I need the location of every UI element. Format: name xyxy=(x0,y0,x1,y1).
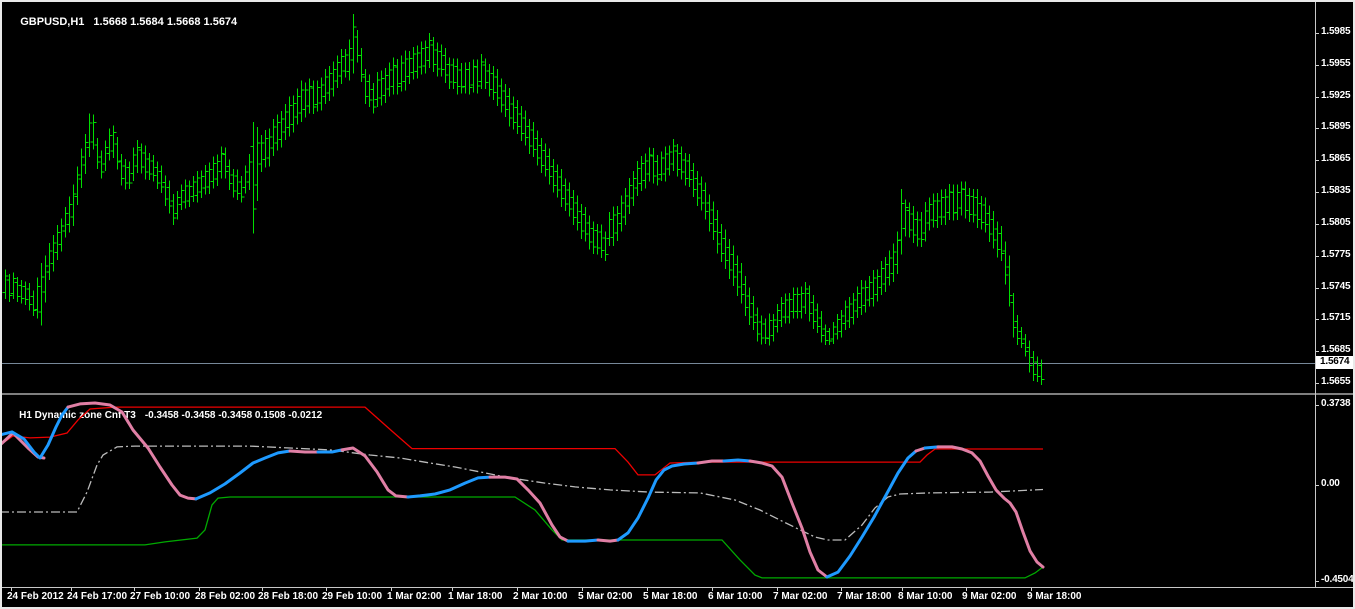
upper-zone-line xyxy=(0,406,1043,476)
time-axis-label: 9 Mar 02:00 xyxy=(962,591,1017,602)
indicator-axis-label: 0.00 xyxy=(1321,478,1340,489)
t3-line-segment-pink xyxy=(596,538,620,543)
price-axis-label: 1.5715 xyxy=(1321,312,1351,324)
time-axis-separator xyxy=(0,587,1355,588)
ohlc-bars-open-ticks xyxy=(2,36,1042,366)
time-axis-label: 24 Feb 17:00 xyxy=(67,591,128,602)
time-axis-label: 7 Mar 18:00 xyxy=(837,591,892,602)
ohlc-bars-close-ticks xyxy=(5,26,1045,380)
t3-line-segment-blue xyxy=(406,475,492,499)
ohlc-bars-high-low xyxy=(5,13,1042,386)
pane-separator[interactable] xyxy=(0,393,1355,395)
t3-line-segment-pink xyxy=(748,459,829,579)
t3-line-segment-pink xyxy=(288,449,320,454)
price-axis-label: 1.5895 xyxy=(1321,121,1351,133)
time-axis-label: 6 Mar 10:00 xyxy=(708,591,763,602)
t3-line-segment-blue xyxy=(722,458,752,463)
time-axis-label: 7 Mar 02:00 xyxy=(773,591,828,602)
t3-line-segment-blue xyxy=(825,449,918,579)
main-chart-svg[interactable] xyxy=(0,0,1315,393)
lower-zone-line xyxy=(0,496,1044,579)
time-axis-label: 1 Mar 02:00 xyxy=(387,591,442,602)
price-axis-label: 1.5775 xyxy=(1321,248,1351,260)
price-axis-label: 1.5835 xyxy=(1321,185,1351,197)
chart-window: GBPUSD,H1 1.5668 1.5684 1.5668 1.5674 H1 … xyxy=(0,0,1355,609)
time-axis-label: 27 Feb 10:00 xyxy=(130,591,191,602)
price-axis-label: 1.5805 xyxy=(1321,216,1351,228)
t3-line-segment-blue xyxy=(194,449,292,501)
price-axis-label: 1.5955 xyxy=(1321,57,1351,69)
price-axis-separator xyxy=(1315,0,1316,587)
time-axis-label: 5 Mar 02:00 xyxy=(578,591,633,602)
time-axis-label: 2 Mar 10:00 xyxy=(513,591,568,602)
time-axis-label: 28 Feb 02:00 xyxy=(195,591,256,602)
price-axis-label: 1.5655 xyxy=(1321,375,1351,387)
t3-line-segment-pink xyxy=(66,401,198,501)
price-axis[interactable] xyxy=(1315,0,1355,587)
price-axis-label: 1.5985 xyxy=(1321,26,1351,37)
time-axis-label: 1 Mar 18:00 xyxy=(448,591,503,602)
time-axis-label: 28 Feb 18:00 xyxy=(258,591,319,602)
time-axis-label: 24 Feb 2012 xyxy=(7,591,64,602)
price-axis-label: 1.5685 xyxy=(1321,344,1351,356)
t3-line-segment-blue xyxy=(616,461,700,542)
window-frame-top xyxy=(0,0,1355,2)
current-price-box: 1.5674 xyxy=(1316,356,1355,370)
t3-line-segment-blue xyxy=(0,405,70,460)
indicator-axis-label: 0.3738 xyxy=(1321,398,1351,409)
indicator-axis-label: -0.4504 xyxy=(1321,574,1354,586)
indicator-pane-svg[interactable] xyxy=(0,395,1315,587)
t3-line-segment-blue xyxy=(566,538,600,543)
price-axis-label: 1.5925 xyxy=(1321,89,1351,101)
time-axis-label: 8 Mar 10:00 xyxy=(898,591,953,602)
price-axis-label: 1.5865 xyxy=(1321,153,1351,165)
t3-line-segment-blue xyxy=(923,445,940,450)
window-frame-left xyxy=(0,0,2,609)
t3-line-segment-pink xyxy=(936,445,1045,569)
t3-line-segment-pink xyxy=(488,475,570,543)
time-axis-label: 29 Feb 10:00 xyxy=(322,591,383,602)
time-axis-label: 5 Mar 18:00 xyxy=(643,591,698,602)
price-axis-label: 1.5745 xyxy=(1321,280,1351,292)
time-axis-label: 9 Mar 18:00 xyxy=(1027,591,1082,602)
